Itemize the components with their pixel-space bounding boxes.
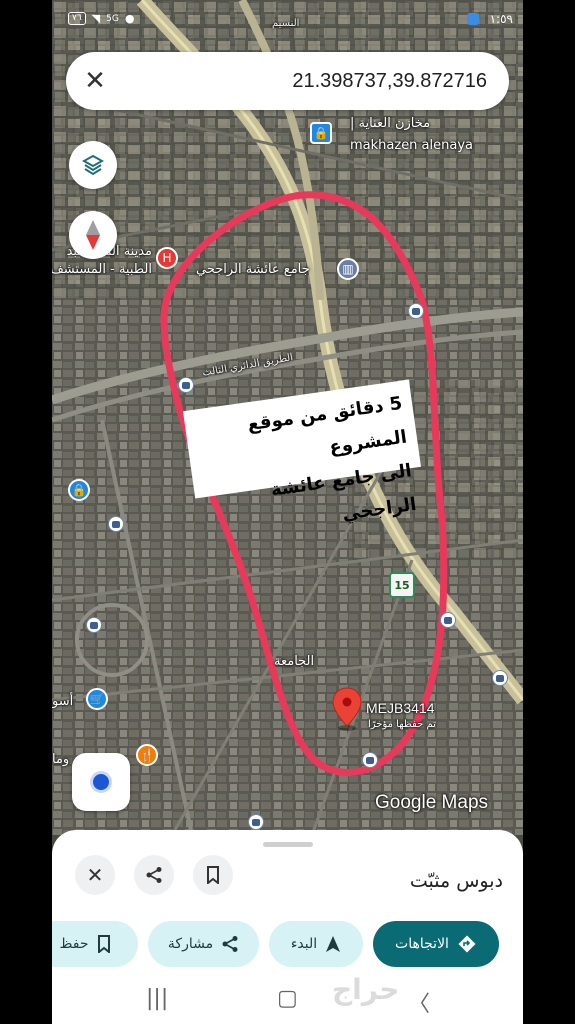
close-sheet-button[interactable]: ✕	[75, 855, 115, 895]
wifi-icon: ◥	[91, 12, 101, 25]
map-label-left-1: أسو	[52, 694, 74, 709]
route-shield: 15	[389, 572, 415, 598]
google-maps-logo: Google Maps	[375, 792, 489, 813]
status-bar: ٧٦ ◥ 5G ● ١:٥٩	[52, 0, 523, 40]
compass-icon	[86, 220, 100, 250]
bus-stop-icon[interactable]	[440, 612, 456, 628]
bookmark-icon-button[interactable]	[193, 855, 233, 895]
my-location-icon	[90, 771, 112, 793]
shopping-icon[interactable]: 🔒	[68, 479, 90, 501]
map-label-jamea: الجامعة	[274, 654, 315, 669]
back-icon[interactable]: 〈	[408, 986, 430, 1018]
dropped-pin-icon[interactable]	[330, 686, 364, 732]
start-button[interactable]: البدء	[269, 921, 363, 967]
home-icon[interactable]: ▢	[277, 986, 298, 1011]
bus-stop-icon[interactable]	[108, 516, 124, 532]
sheet-grabber[interactable]	[263, 842, 313, 847]
cart-icon[interactable]: 🛒	[86, 688, 108, 710]
sheet-title: دبوس مثبّت	[409, 870, 503, 892]
save-label: حفظ	[59, 936, 89, 952]
map-label-store-en: makhazen alenaya	[350, 138, 473, 153]
share-button[interactable]: مشاركة	[148, 921, 259, 967]
bookmark-icon	[207, 866, 219, 884]
share-icon	[146, 867, 162, 883]
status-left: ٧٦ ◥ 5G ●	[68, 12, 134, 25]
start-label: البدء	[290, 936, 318, 952]
app-notification-icon	[467, 13, 479, 25]
compass-button[interactable]	[69, 211, 117, 259]
map-label-mosque: جامع عائشة الراجحي	[196, 262, 310, 277]
watermark: حراج	[332, 973, 400, 1006]
bottom-sheet[interactable]: ✕ دبوس مثبّت الاتجاهات البدء مشاركة حفظ …	[52, 830, 523, 1024]
layers-icon	[81, 154, 105, 176]
dropped-pin-sub: تم حفظها مؤخرًا	[368, 719, 436, 730]
phone-screen: النسيم 🔒 مخازن العناية | makhazen alenay…	[52, 0, 523, 1024]
directions-button[interactable]: الاتجاهات	[373, 921, 499, 967]
hospital-icon[interactable]: H	[156, 247, 178, 269]
bus-stop-icon[interactable]	[86, 617, 102, 633]
layers-button[interactable]	[69, 141, 117, 189]
search-input[interactable]: 21.398737,39.872716	[292, 70, 487, 93]
mosque-icon[interactable]: ▥	[337, 258, 359, 280]
map-label-hospital-2: الطبية - المستشف	[52, 262, 152, 277]
share-icon	[222, 936, 238, 952]
bus-stop-icon[interactable]	[492, 670, 508, 686]
bus-stop-icon[interactable]	[248, 814, 264, 830]
network-label: 5G	[106, 13, 119, 24]
share-icon-button[interactable]	[134, 855, 174, 895]
save-button[interactable]: حفظ	[52, 921, 138, 967]
map-label-left-2: وما	[52, 752, 70, 767]
battery-icon: ٧٦	[68, 12, 86, 25]
my-location-button[interactable]	[72, 753, 130, 811]
directions-label: الاتجاهات	[395, 936, 449, 952]
bus-stop-icon[interactable]	[408, 303, 424, 319]
dropped-pin-label: MEJB3414	[366, 700, 435, 716]
recent-apps-icon[interactable]: |||	[146, 986, 168, 1011]
bus-stop-icon[interactable]	[178, 377, 194, 393]
close-icon[interactable]: ✕	[80, 66, 110, 96]
share-label: مشاركة	[167, 936, 214, 952]
system-nav-bar: ||| ▢ 〈	[52, 980, 523, 1024]
navigation-arrow-icon	[326, 936, 341, 952]
restaurant-icon[interactable]: 🍴	[136, 744, 158, 766]
map-label-store-ar: مخازن العناية |	[350, 116, 431, 131]
search-bar[interactable]: ✕ 21.398737,39.872716	[66, 52, 509, 110]
location-icon: ●	[124, 12, 135, 25]
map-view[interactable]: النسيم 🔒 مخازن العناية | makhazen alenay…	[52, 0, 523, 835]
store-icon[interactable]: 🔒	[310, 122, 332, 144]
status-time: ١:٥٩	[489, 12, 513, 26]
bus-stop-icon[interactable]	[362, 752, 378, 768]
close-icon: ✕	[86, 863, 104, 887]
directions-icon	[458, 935, 476, 953]
bookmark-icon	[97, 935, 110, 953]
